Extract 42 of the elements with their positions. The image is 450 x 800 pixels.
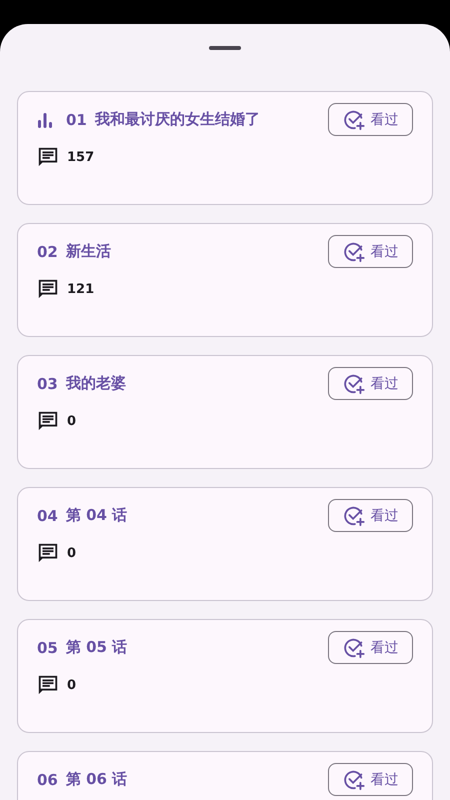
episode-number: 02 xyxy=(37,242,58,260)
watched-button[interactable]: 看过 xyxy=(328,103,413,136)
check-add-icon xyxy=(342,240,364,262)
comment-count: 0 xyxy=(67,546,76,560)
watched-button[interactable]: 看过 xyxy=(328,235,413,268)
comment-count: 0 xyxy=(67,678,76,692)
comment-count: 157 xyxy=(67,150,94,164)
episode-card[interactable]: 04 第 04 话 看过 0 xyxy=(17,487,433,601)
comment-count: 121 xyxy=(67,282,94,296)
watched-button[interactable]: 看过 xyxy=(328,367,413,400)
episode-title: 第 06 话 xyxy=(66,770,128,789)
episode-number: 06 xyxy=(37,770,58,788)
episode-title: 我的老婆 xyxy=(66,374,127,393)
episode-card[interactable]: 01 我和最讨厌的女生结婚了 看过 157 xyxy=(17,91,433,205)
check-add-icon xyxy=(342,108,364,130)
episode-number: 01 xyxy=(66,110,87,128)
episode-number: 05 xyxy=(37,638,58,656)
comment-icon xyxy=(37,542,59,564)
comment-icon xyxy=(37,674,59,696)
episode-card[interactable]: 05 第 05 话 看过 0 xyxy=(17,619,433,733)
comment-icon xyxy=(37,278,59,300)
episode-title: 新生活 xyxy=(66,242,112,261)
episode-title: 我和最讨厌的女生结婚了 xyxy=(94,110,261,129)
watched-button[interactable]: 看过 xyxy=(328,499,413,532)
episode-title: 第 04 话 xyxy=(66,506,128,525)
check-add-icon xyxy=(342,768,364,790)
episode-card[interactable]: 03 我的老婆 看过 0 xyxy=(17,355,433,469)
watched-button[interactable]: 看过 xyxy=(328,631,413,664)
episode-card[interactable]: 02 新生活 看过 121 xyxy=(17,223,433,337)
episode-card[interactable]: 06 第 06 话 看过 xyxy=(17,751,433,800)
check-add-icon xyxy=(342,504,364,526)
watched-button[interactable]: 看过 xyxy=(328,763,413,796)
drag-handle[interactable] xyxy=(209,46,241,50)
episode-title: 第 05 话 xyxy=(66,638,128,657)
equalizer-icon xyxy=(37,112,53,128)
episode-number: 03 xyxy=(37,374,58,392)
comment-count: 0 xyxy=(67,414,76,428)
comment-icon xyxy=(37,410,59,432)
check-add-icon xyxy=(342,372,364,394)
check-add-icon xyxy=(342,636,364,658)
episode-number: 04 xyxy=(37,506,58,524)
comment-icon xyxy=(37,146,59,168)
